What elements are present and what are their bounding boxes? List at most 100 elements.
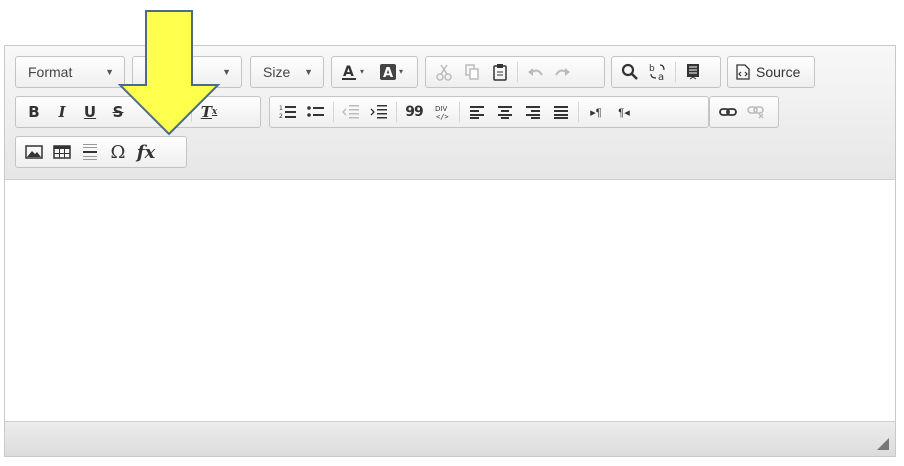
redo-icon	[554, 63, 572, 81]
justify-button[interactable]	[547, 99, 575, 125]
paragraph-group: 12 99 DIV </> ▸¶ ¶◂	[269, 96, 709, 128]
toolbar-separator	[578, 102, 579, 122]
align-left-button[interactable]	[463, 99, 491, 125]
cut-button[interactable]	[430, 59, 458, 85]
editor-status-bar	[5, 421, 895, 456]
bold-button[interactable]: B	[20, 99, 48, 125]
unlink-icon	[747, 105, 765, 119]
svg-text:A: A	[383, 66, 393, 81]
chevron-down-icon: ▼	[304, 67, 313, 77]
svg-text:A: A	[343, 64, 354, 80]
rtl-button[interactable]: ¶◂	[610, 99, 638, 125]
horizontal-line-button[interactable]	[76, 139, 104, 165]
justify-icon	[553, 105, 569, 119]
outdent-icon	[342, 104, 360, 120]
copy-button[interactable]	[458, 59, 486, 85]
align-right-button[interactable]	[519, 99, 547, 125]
bulleted-list-button[interactable]	[302, 99, 330, 125]
paste-button[interactable]	[486, 59, 514, 85]
svg-text:1: 1	[279, 105, 283, 112]
ltr-icon: ▸¶	[590, 106, 602, 119]
find-button[interactable]	[616, 59, 644, 85]
select-all-icon	[684, 63, 702, 81]
toolbar-separator	[333, 102, 334, 122]
svg-text:b: b	[649, 64, 655, 74]
select-all-button[interactable]	[679, 59, 707, 85]
link-button[interactable]	[714, 99, 742, 125]
source-button-label: Source	[756, 64, 801, 80]
color-group: A ▾ A ▾	[331, 56, 418, 88]
align-right-icon	[525, 105, 541, 119]
chevron-down-icon: ▼	[105, 67, 114, 77]
indent-icon	[370, 104, 388, 120]
editor-content-area[interactable]	[5, 180, 895, 421]
svg-text:▾: ▾	[360, 67, 364, 76]
toolbar-separator	[517, 62, 518, 82]
math-formula-icon: fx	[136, 141, 156, 163]
special-char-button[interactable]: Ω	[104, 139, 132, 165]
blockquote-button[interactable]: 99	[400, 99, 428, 125]
bold-label: B	[28, 103, 40, 121]
svg-text:DIV: DIV	[435, 105, 447, 113]
svg-text:</>: </>	[436, 113, 449, 121]
link-icon	[719, 106, 737, 118]
image-icon	[25, 145, 43, 159]
unlink-button[interactable]	[742, 99, 770, 125]
size-dropdown[interactable]: Size ▼	[250, 56, 324, 88]
create-div-icon: DIV </>	[433, 103, 451, 121]
clipboard-group	[425, 56, 605, 88]
paste-icon	[491, 63, 509, 81]
size-dropdown-label: Size	[263, 64, 291, 80]
source-group: Source	[727, 56, 815, 88]
blockquote-icon: 99	[405, 104, 424, 120]
resize-grip-icon[interactable]	[877, 438, 889, 450]
svg-text:▾: ▾	[399, 67, 403, 76]
table-button[interactable]	[48, 139, 76, 165]
insert-group: Ω fx	[15, 136, 187, 168]
format-dropdown[interactable]: Format ▼	[15, 56, 125, 88]
image-button[interactable]	[20, 139, 48, 165]
align-center-icon	[497, 105, 513, 119]
toolbar-separator	[396, 102, 397, 122]
text-color-button[interactable]: A ▾	[336, 59, 374, 85]
rtl-icon: ¶◂	[618, 106, 630, 119]
links-group	[709, 96, 779, 128]
svg-text:2: 2	[279, 113, 283, 120]
undo-button[interactable]	[521, 59, 549, 85]
format-dropdown-label: Format	[28, 64, 73, 80]
italic-label: I	[58, 103, 66, 121]
horizontal-line-icon	[82, 143, 98, 161]
find-icon	[621, 63, 639, 81]
source-button[interactable]: Source	[732, 59, 804, 85]
indent-button[interactable]	[365, 99, 393, 125]
toolbar-separator	[675, 62, 676, 82]
special-char-icon: Ω	[110, 141, 126, 163]
ltr-button[interactable]: ▸¶	[582, 99, 610, 125]
underline-label: U	[83, 103, 97, 121]
background-color-icon: A ▾	[378, 62, 408, 82]
cut-icon	[435, 63, 453, 81]
align-left-icon	[469, 105, 485, 119]
source-icon	[736, 64, 750, 80]
align-center-button[interactable]	[491, 99, 519, 125]
table-icon	[53, 145, 71, 159]
underline-button[interactable]: U	[76, 99, 104, 125]
replace-button[interactable]: ba	[644, 59, 672, 85]
background-color-button[interactable]: A ▾	[374, 59, 412, 85]
create-div-button[interactable]: DIV </>	[428, 99, 456, 125]
italic-button[interactable]: I	[48, 99, 76, 125]
replace-icon: ba	[648, 62, 668, 82]
text-color-icon: A ▾	[340, 62, 370, 82]
editing-group: ba	[611, 56, 721, 88]
numbered-list-icon: 12	[279, 104, 297, 120]
toolbar-separator	[459, 102, 460, 122]
math-formula-button[interactable]: fx	[132, 139, 160, 165]
chevron-down-icon: ▼	[222, 67, 231, 77]
svg-text:a: a	[658, 72, 664, 82]
undo-icon	[526, 63, 544, 81]
outdent-button[interactable]	[337, 99, 365, 125]
redo-button[interactable]	[549, 59, 577, 85]
bulleted-list-icon	[307, 104, 325, 120]
numbered-list-button[interactable]: 12	[274, 99, 302, 125]
copy-icon	[463, 63, 481, 81]
